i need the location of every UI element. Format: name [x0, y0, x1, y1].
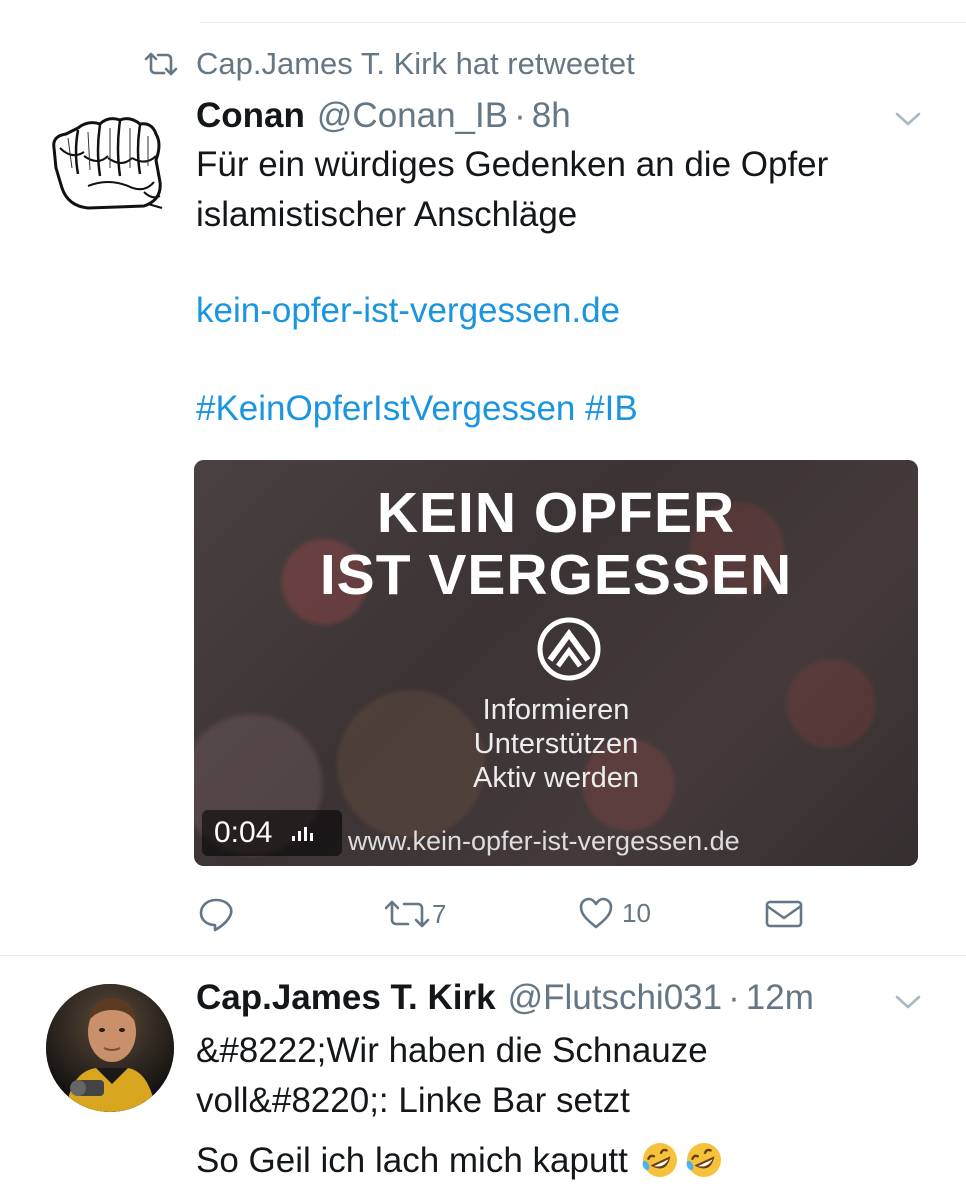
like-count: 10 — [622, 897, 651, 928]
tweet-time[interactable]: 8h — [532, 96, 571, 136]
rofl-emoji-icon — [642, 1143, 677, 1177]
like-button[interactable]: 10 — [578, 896, 651, 930]
reply-icon — [199, 898, 233, 932]
tweet-text-content: So Geil ich lach mich kaputt — [196, 1141, 628, 1180]
tweet-text-line: islamistischer Anschläge — [196, 195, 578, 234]
tweet-header: Conan @Conan_IB · 8h — [196, 96, 571, 140]
top-divider — [200, 22, 966, 23]
separator-dot: · — [728, 978, 740, 1017]
video-player[interactable]: KEIN OPFER IST VERGESSEN Informieren Unt… — [194, 460, 918, 866]
avatar-fist[interactable] — [48, 108, 168, 214]
video-headline: KEIN OPFER — [376, 481, 736, 545]
video-subline: Aktiv werden — [472, 762, 639, 794]
tweet-text-line: &#8222;Wir haben die Schnauze — [196, 1031, 708, 1070]
retweet-label: Cap.James T. Kirk hat retweetet — [196, 46, 635, 81]
tweet-time[interactable]: 12m — [746, 978, 814, 1018]
tweet-divider — [0, 955, 966, 956]
video-headline: IST VERGESSEN — [319, 543, 793, 607]
tweet-link-row: kein-opfer-ist-vergessen.de — [196, 286, 936, 336]
author-name[interactable]: Cap.James T. Kirk — [196, 978, 496, 1018]
author-name[interactable]: Conan — [196, 96, 305, 136]
retweet-icon — [144, 52, 178, 76]
sound-bars-icon — [292, 827, 314, 841]
video-duration: 0:04 — [214, 816, 273, 849]
video-url-text: www.kein-opfer-ist-vergessen.de — [348, 826, 740, 856]
video-subline: Informieren — [482, 694, 630, 726]
tweet-text-line: Für ein würdiges Gedenken an die Opfer — [196, 145, 829, 184]
hashtag-link[interactable]: #IB — [585, 389, 638, 428]
avatar-kirk[interactable] — [46, 984, 174, 1112]
tweet-header: Cap.James T. Kirk @Flutschi031 · 12m — [196, 978, 814, 1022]
tweet-text: Für ein würdiges Gedenken an die Opfer i… — [196, 140, 936, 240]
tweet-text: &#8222;Wir haben die Schnauze voll&#8220… — [196, 1026, 936, 1186]
retweet-count: 7 — [432, 898, 447, 929]
chevron-down-icon[interactable] — [894, 110, 922, 128]
lambda-logo-icon — [537, 617, 601, 681]
retweet-button[interactable]: 7 — [382, 898, 446, 930]
author-handle[interactable]: @Conan_IB — [317, 96, 508, 136]
tweet-hashtags: #KeinOpferIstVergessen #IB — [196, 384, 936, 434]
retweet-action-icon — [384, 900, 430, 928]
tweet-text-line: So Geil ich lach mich kaputt — [196, 1136, 936, 1186]
separator-dot: · — [514, 96, 526, 135]
tweet-text-line: voll&#8220;: Linke Bar setzt — [196, 1081, 630, 1120]
hashtag-link[interactable]: #KeinOpferIstVergessen — [196, 389, 575, 428]
direct-message-button[interactable] — [764, 898, 804, 930]
heart-icon — [579, 897, 613, 929]
video-subline: Unterstützen — [473, 728, 639, 760]
chevron-down-icon[interactable] — [894, 993, 922, 1011]
duration-badge: 0:04 — [202, 810, 342, 856]
reply-button[interactable] — [198, 896, 234, 932]
envelope-icon — [765, 900, 803, 928]
retweet-context[interactable]: Cap.James T. Kirk hat retweetet — [142, 44, 635, 84]
rofl-emoji-icon — [686, 1143, 721, 1177]
tweet-link[interactable]: kein-opfer-ist-vergessen.de — [196, 286, 936, 336]
author-handle[interactable]: @Flutschi031 — [508, 978, 723, 1018]
tweet-actions: 7 10 — [0, 890, 966, 940]
